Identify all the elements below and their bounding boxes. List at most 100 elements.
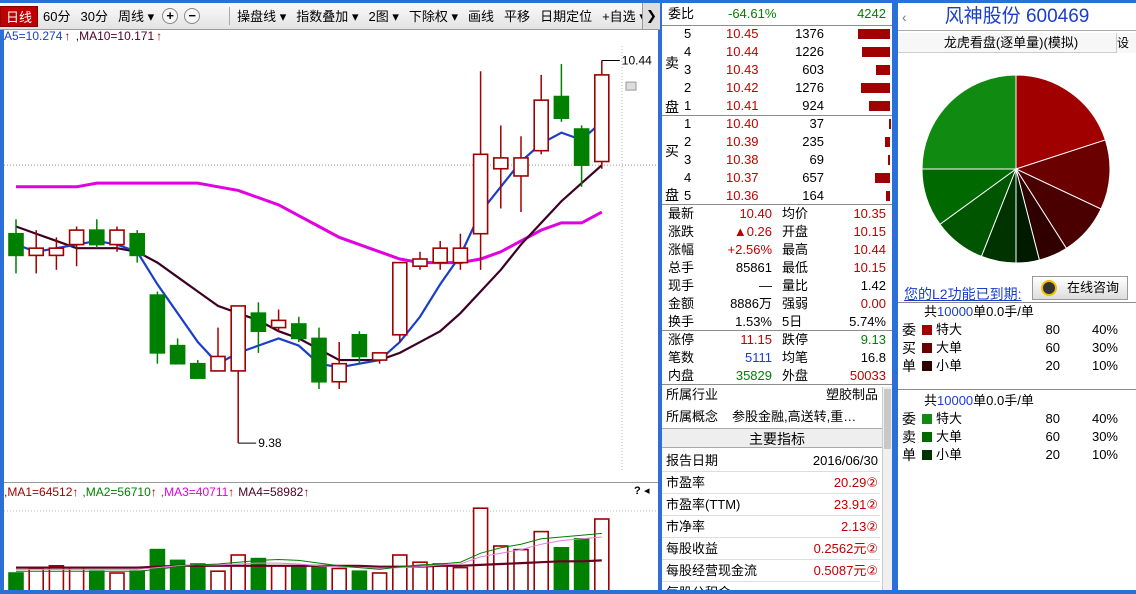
candle-body[interactable] [553, 95, 570, 120]
candle-body[interactable] [28, 247, 45, 257]
candle-body[interactable] [48, 247, 65, 257]
chevron-left-icon[interactable]: ‹ [902, 3, 907, 31]
stat-value: 16.8 [860, 350, 886, 365]
candle-body[interactable] [351, 334, 368, 358]
period-daily-tab[interactable]: 日线 [0, 5, 39, 27]
candle-body[interactable] [432, 247, 449, 264]
date-locate-button[interactable]: 日期定位 [535, 6, 597, 27]
candle-body[interactable] [210, 355, 226, 372]
buy-level-row[interactable]: 4 10.37 657 [662, 169, 892, 187]
sell-level-row[interactable]: 2 10.42 1276 [662, 79, 892, 97]
arrow-left-icon[interactable]: ◂ [644, 484, 650, 497]
stat-value: 5.74% [849, 314, 886, 329]
two-chart-dropdown[interactable]: 2图 ▾ [363, 6, 403, 27]
sell-level-row[interactable]: 5 10.45 1376 [662, 25, 892, 43]
zoom-in-button[interactable]: + [162, 8, 179, 24]
sell-level-row[interactable]: 4 10.44 1226 [662, 43, 892, 61]
limit-row: 内盘 35829 外盘 50033 [662, 367, 892, 385]
volume-bar[interactable] [472, 507, 489, 590]
candle-body[interactable] [169, 344, 186, 365]
volume-chart[interactable]: ,MA1=64512↑ ,MA2=56710↑ ,MA3=40711↑ MA4=589… [4, 482, 658, 590]
buy-level-row[interactable]: 1 10.40 37 [662, 115, 892, 133]
l2-expired-link[interactable]: 您的L2功能已到期: [904, 284, 1021, 304]
indicator-scrollbar[interactable] [882, 387, 892, 590]
sell-level-row[interactable]: 1 10.41 924 [662, 97, 892, 115]
candle-body[interactable] [492, 157, 509, 170]
flow-side-char: 买 [902, 340, 916, 356]
candle-body[interactable] [149, 294, 166, 354]
volume-bar[interactable] [190, 563, 206, 590]
candle-body[interactable] [412, 258, 428, 268]
volume-bar[interactable] [573, 537, 590, 590]
pie-settings-tab[interactable]: 设 [1116, 33, 1136, 53]
volume-bar[interactable] [210, 570, 226, 590]
operate-line-dropdown[interactable]: 操盘线 ▾ [232, 6, 291, 27]
period-60min-tab[interactable]: 60分 [38, 6, 75, 27]
pan-button[interactable]: 平移 [499, 6, 535, 27]
scrollbar-thumb[interactable] [884, 389, 891, 449]
up-arrow-icon: ↑ [228, 485, 235, 499]
candle-body[interactable] [190, 362, 206, 379]
candle-body[interactable] [89, 229, 105, 246]
buy-level-row[interactable]: 2 10.39 235 [662, 133, 892, 151]
low-price-label: 9.38 [258, 436, 282, 450]
volume-bar[interactable] [270, 565, 287, 590]
volume-bar[interactable] [28, 567, 45, 591]
ex-rights-dropdown[interactable]: 下除权 ▾ [404, 6, 463, 27]
volume-bar[interactable] [8, 572, 24, 590]
stat-value: 1.42 [860, 278, 886, 293]
volume-bar[interactable] [593, 518, 610, 590]
candle-body[interactable] [593, 74, 610, 163]
collapse-panel-button[interactable]: ❯ [642, 3, 660, 29]
volume-bar[interactable] [89, 570, 105, 590]
volume-bar[interactable] [109, 572, 125, 590]
buy-level-row[interactable]: 5 10.36 164 [662, 187, 892, 205]
volume-bar[interactable] [351, 570, 368, 590]
volume-bar[interactable] [391, 554, 408, 590]
draw-line-button[interactable]: 画线 [463, 6, 499, 27]
candle-body[interactable] [452, 247, 469, 264]
candlestick-chart[interactable]: A5=10.274 ↑ ,MA10=10.171 ↑ 10.44 9.38 [4, 30, 658, 482]
period-weekly-dropdown[interactable]: 周线 ▾ [113, 6, 159, 27]
volume-bar[interactable] [371, 572, 388, 590]
industry-value[interactable]: 塑胶制品 [826, 386, 878, 404]
online-consult-button[interactable]: 在线咨询 [1032, 276, 1128, 300]
volume-bar[interactable] [290, 565, 307, 590]
volume-bar[interactable] [513, 548, 529, 590]
concept-value[interactable]: 参股金融,高送转,重… [732, 408, 856, 426]
volume-bar[interactable] [311, 565, 327, 590]
volume-bar[interactable] [230, 554, 246, 590]
period-30min-tab[interactable]: 30分 [75, 6, 112, 27]
volume-bar[interactable] [432, 563, 449, 590]
candle-body[interactable] [270, 319, 287, 329]
candle-body[interactable] [109, 229, 125, 246]
candle-body[interactable] [573, 128, 590, 166]
flow-swatch [922, 343, 932, 353]
candle-body[interactable] [250, 312, 267, 333]
candle-body[interactable] [311, 337, 327, 383]
buy-level-row[interactable]: 3 10.38 69 [662, 151, 892, 169]
main-indicators-header: 主要指标 [662, 428, 892, 448]
volume-bar[interactable] [553, 547, 570, 590]
candle-body[interactable] [533, 99, 550, 152]
candle-body[interactable] [8, 232, 24, 257]
candle-body[interactable] [391, 261, 408, 336]
help-icon[interactable]: ? [634, 485, 641, 497]
candle-body[interactable] [129, 232, 145, 257]
candle-body[interactable] [472, 153, 489, 235]
candle-body[interactable] [68, 229, 85, 246]
zoom-out-button[interactable]: − [184, 8, 201, 24]
candle-body[interactable] [331, 362, 348, 383]
industry-label: 所属行业 [666, 387, 719, 402]
sell-level-row[interactable]: 3 10.43 603 [662, 61, 892, 79]
candle-body[interactable] [371, 352, 388, 361]
volume-bar[interactable] [452, 566, 469, 590]
index-overlay-dropdown[interactable]: 指数叠加 ▾ [291, 6, 363, 27]
volume-bar[interactable] [331, 567, 348, 591]
candle-body[interactable] [513, 157, 529, 177]
candle-body[interactable] [290, 323, 307, 340]
lock-icon[interactable] [625, 81, 637, 91]
volume-bar[interactable] [129, 570, 145, 590]
pie-slice[interactable] [921, 74, 1017, 170]
candle-body[interactable] [230, 305, 246, 372]
